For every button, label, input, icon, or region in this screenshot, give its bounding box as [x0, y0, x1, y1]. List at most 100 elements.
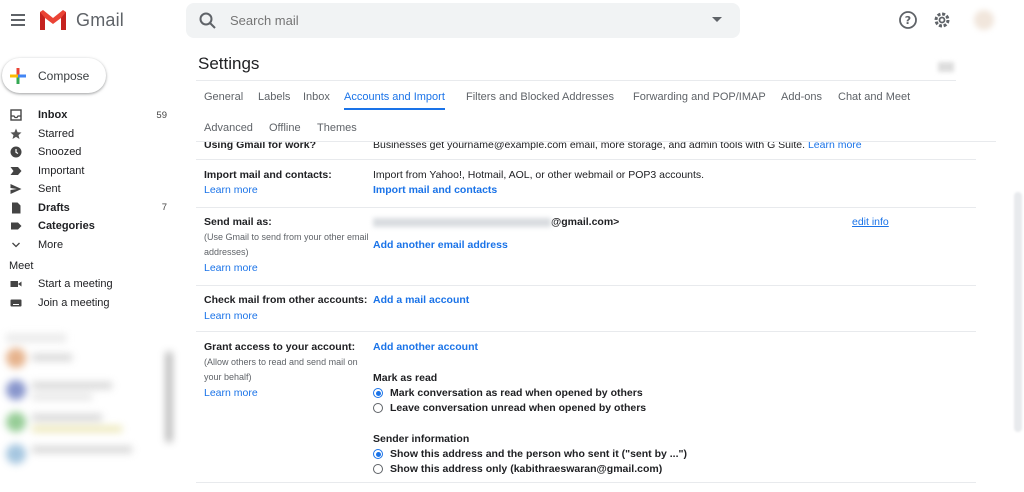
sender-info-title: Sender information: [373, 433, 470, 445]
gsuite-learn-more-link[interactable]: Learn more: [808, 142, 862, 151]
account-avatar[interactable]: [974, 10, 994, 30]
search-options-icon[interactable]: [712, 17, 722, 22]
draft-icon: [12, 202, 21, 214]
import-row: Import mail and contacts: Learn more Imp…: [196, 160, 976, 208]
sidebar-item-inbox[interactable]: Inbox 59: [0, 106, 186, 125]
sidebar-item-snoozed[interactable]: Snoozed: [0, 143, 186, 162]
sidebar-item-categories[interactable]: Categories: [0, 217, 186, 236]
check-mail-learn-more-link[interactable]: Learn more: [204, 310, 258, 322]
tab-advanced[interactable]: Advanced: [204, 119, 253, 141]
add-email-address-link[interactable]: Add another email address: [373, 239, 508, 251]
send-as-row: Send mail as: (Use Gmail to send from yo…: [196, 208, 976, 286]
tab-add-ons[interactable]: Add-ons: [781, 88, 822, 110]
grant-access-learn-more-link[interactable]: Learn more: [204, 387, 258, 399]
show-address-only-option[interactable]: Show this address only (kabithraeswaran@…: [373, 463, 662, 475]
sidebar-item-drafts[interactable]: Drafts 7: [0, 199, 186, 218]
import-mail-link[interactable]: Import mail and contacts: [373, 184, 497, 196]
send-icon: [10, 184, 22, 195]
import-learn-more-link[interactable]: Learn more: [204, 184, 258, 196]
leave-unread-option[interactable]: Leave conversation unread when opened by…: [373, 402, 646, 414]
meet-item-label: Join a meeting: [38, 296, 110, 309]
gsuite-description: Businesses get yourname@example.com emai…: [373, 142, 806, 151]
send-as-learn-more-link[interactable]: Learn more: [204, 262, 258, 274]
tab-offline[interactable]: Offline: [269, 119, 301, 141]
send-as-label: Send mail as:: [204, 216, 272, 228]
tab-accounts-and-import[interactable]: Accounts and Import: [344, 88, 445, 110]
sidebar-item-sent[interactable]: Sent: [0, 180, 186, 199]
videocam-icon: [10, 281, 22, 288]
clock-icon: [10, 146, 22, 158]
add-mail-account-link[interactable]: Add a mail account: [373, 294, 469, 306]
import-label: Import mail and contacts:: [204, 169, 332, 181]
send-as-description: (Use Gmail to send from your other email…: [204, 232, 369, 257]
tab-themes[interactable]: Themes: [317, 119, 357, 141]
search-input[interactable]: [230, 13, 670, 28]
gmail-logo[interactable]: Gmail: [38, 8, 124, 32]
gsuite-text: Businesses get yourname@example.com emai…: [373, 142, 862, 151]
radio-label: Show this address only (kabithraeswaran@…: [390, 463, 663, 475]
unread-count: 59: [156, 109, 167, 121]
meet-start-meeting[interactable]: Start a meeting: [0, 275, 186, 294]
main-menu-button[interactable]: [6, 8, 30, 32]
grant-access-row: Grant access to your account: (Allow oth…: [196, 332, 976, 489]
check-mail-label: Check mail from other accounts:: [204, 294, 368, 306]
sidebar-item-starred[interactable]: Starred: [0, 125, 186, 144]
add-another-account-link[interactable]: Add another account: [373, 341, 478, 353]
tab-labels[interactable]: Labels: [258, 88, 290, 110]
import-description: Import from Yahoo!, Hotmail, AOL, or oth…: [373, 169, 705, 181]
tab-filters[interactable]: Filters and Blocked Addresses: [466, 88, 614, 110]
redacted-name: [373, 217, 551, 227]
tab-general[interactable]: General: [204, 88, 243, 110]
tab-chat-and-meet[interactable]: Chat and Meet: [838, 88, 910, 110]
settings-panel: Settings General Labels Inbox Accounts a…: [186, 42, 1024, 489]
svg-text:?: ?: [905, 14, 911, 27]
sidebar-item-label: Starred: [38, 127, 75, 140]
compose-button[interactable]: Compose: [2, 58, 106, 93]
page-title: Settings: [198, 54, 260, 73]
gear-icon[interactable]: [932, 10, 952, 30]
sidebar-item-label: More: [38, 238, 64, 251]
app-name: Gmail: [76, 9, 125, 30]
mark-read-option[interactable]: Mark conversation as read when opened by…: [373, 387, 643, 399]
show-sent-by-option[interactable]: Show this address and the person who sen…: [373, 448, 687, 460]
sidebar-item-label: Important: [38, 164, 85, 177]
tab-inbox[interactable]: Inbox: [303, 88, 330, 110]
title-divider: [196, 80, 956, 81]
row-divider: [196, 482, 976, 483]
sidebar-item-label: Sent: [38, 183, 61, 196]
sidebar: Compose Inbox 59 Starred Snoozed Importa…: [0, 42, 186, 489]
search-icon[interactable]: [198, 11, 218, 31]
meet-item-label: Start a meeting: [38, 278, 113, 291]
sidebar-item-more[interactable]: More: [0, 236, 186, 255]
grant-access-description: (Allow others to read and send mail on y…: [204, 357, 358, 382]
radio-unselected[interactable]: [373, 403, 383, 413]
meet-join-meeting[interactable]: Join a meeting: [0, 294, 186, 313]
check-mail-row: Check mail from other accounts: Learn mo…: [196, 286, 976, 332]
meet-section-title: Meet: [9, 260, 34, 272]
edit-info-link[interactable]: edit info: [852, 216, 889, 228]
radio-unselected[interactable]: [373, 464, 383, 474]
radio-selected[interactable]: [373, 388, 383, 398]
input-tools-control[interactable]: [938, 62, 954, 72]
tab-forwarding[interactable]: Forwarding and POP/IMAP: [633, 88, 766, 110]
search-bar[interactable]: [186, 3, 740, 38]
help-icon[interactable]: ?: [898, 10, 918, 30]
sidebar-item-label: Drafts: [38, 201, 70, 214]
radio-label: Leave conversation unread when opened by…: [390, 402, 647, 414]
grant-access-label: Grant access to your account:: [204, 341, 356, 353]
radio-selected[interactable]: [373, 449, 383, 459]
folder-list: Inbox 59 Starred Snoozed Important Sent …: [0, 106, 186, 312]
gmail-m-icon: [40, 10, 66, 30]
plus-icon: [10, 67, 26, 84]
sidebar-item-important[interactable]: Important: [0, 162, 186, 181]
compose-label: Compose: [38, 68, 90, 83]
chevron-down-icon: [12, 242, 20, 248]
sidebar-item-label: Inbox: [38, 109, 68, 122]
scrollbar[interactable]: [1014, 192, 1022, 432]
gsuite-label: Using Gmail for work?: [204, 142, 317, 151]
send-as-address: @gmail.com>: [373, 216, 619, 228]
address-suffix: @gmail.com>: [551, 216, 620, 228]
side-panel-strip: [1010, 42, 1024, 489]
label-icon: [11, 222, 22, 230]
label-important-icon: [10, 166, 22, 175]
